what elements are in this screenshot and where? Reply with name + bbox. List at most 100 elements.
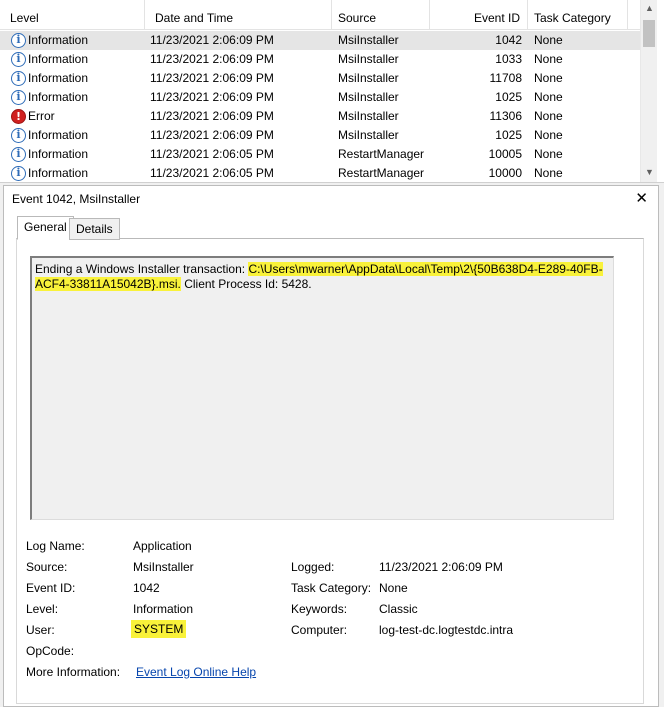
row-source: MsiInstaller xyxy=(338,109,399,123)
event-id-label: Event ID: xyxy=(26,581,76,595)
column-header-source[interactable]: Source xyxy=(332,0,430,30)
info-icon: i xyxy=(11,71,26,86)
row-event-id: 10005 xyxy=(488,147,522,161)
tab-details[interactable]: Details xyxy=(69,218,120,240)
keywords-value: Classic xyxy=(379,602,418,616)
row-level: Information xyxy=(28,166,89,180)
user-value: SYSTEM xyxy=(131,620,187,638)
info-icon: i xyxy=(11,147,26,162)
row-datetime: 11/23/2021 2:06:09 PM xyxy=(150,109,274,123)
row-task-category: None xyxy=(534,166,563,180)
info-icon: i xyxy=(11,33,26,48)
row-datetime: 11/23/2021 2:06:09 PM xyxy=(150,52,274,66)
row-datetime: 11/23/2021 2:06:05 PM xyxy=(150,166,274,180)
row-level: Information xyxy=(28,128,89,142)
message-prefix: Ending a Windows Installer transaction: xyxy=(35,262,249,276)
row-source: RestartManager xyxy=(338,147,425,161)
close-icon[interactable]: ✕ xyxy=(635,189,648,207)
computer-label: Computer: xyxy=(291,623,348,637)
row-task-category: None xyxy=(534,90,563,104)
row-source: RestartManager xyxy=(338,166,425,180)
row-level: Error xyxy=(28,109,55,123)
logged-value: 11/23/2021 2:06:09 PM xyxy=(379,560,503,574)
info-icon: i xyxy=(11,52,26,67)
task-category-label: Task Category: xyxy=(291,581,372,595)
event-message-box[interactable]: Ending a Windows Installer transaction: … xyxy=(30,256,614,520)
table-row[interactable]: i Information 11/23/2021 2:06:09 PM MsiI… xyxy=(0,88,640,107)
table-row[interactable]: i Information 11/23/2021 2:06:05 PM Rest… xyxy=(0,145,640,164)
source-label: Source: xyxy=(26,560,68,574)
row-event-id: 11306 xyxy=(489,109,522,123)
table-row[interactable]: i Information 11/23/2021 2:06:09 PM MsiI… xyxy=(0,31,640,50)
more-info-label: More Information: xyxy=(26,665,121,679)
user-label: User: xyxy=(26,623,55,637)
row-event-id: 1025 xyxy=(495,128,522,142)
row-task-category: None xyxy=(534,33,563,47)
table-row[interactable]: i Information 11/23/2021 2:06:09 PM MsiI… xyxy=(0,50,640,69)
row-source: MsiInstaller xyxy=(338,128,399,142)
table-row[interactable]: ! Error 11/23/2021 2:06:09 PM MsiInstall… xyxy=(0,107,640,126)
vertical-scrollbar[interactable]: ▲ ▼ xyxy=(640,0,658,182)
table-row[interactable]: i Information 11/23/2021 2:06:09 PM MsiI… xyxy=(0,69,640,88)
row-level: Information xyxy=(28,90,89,104)
row-level: Information xyxy=(28,71,89,85)
level-label: Level: xyxy=(26,602,59,616)
event-list: Level Date and Time Source Event ID Task… xyxy=(0,0,664,183)
message-path-line2: ACF4-33811A15042B}.msi. xyxy=(35,277,181,291)
column-header-datetime[interactable]: Date and Time xyxy=(145,0,332,30)
scroll-thumb[interactable] xyxy=(643,20,655,47)
column-header-row: Level Date and Time Source Event ID Task… xyxy=(0,0,640,30)
tab-general[interactable]: General xyxy=(17,216,74,240)
row-level: Information xyxy=(28,52,89,66)
computer-value: log-test-dc.logtestdc.intra xyxy=(379,623,514,637)
row-source: MsiInstaller xyxy=(338,71,399,85)
event-id-value: 1042 xyxy=(133,581,160,595)
row-task-category: None xyxy=(534,109,563,123)
source-value: MsiInstaller xyxy=(133,560,194,574)
opcode-label: OpCode: xyxy=(26,644,75,658)
row-task-category: None xyxy=(534,128,563,142)
event-detail-pane: Event 1042, MsiInstaller ✕ General Detai… xyxy=(3,185,659,707)
event-rows: i Information 11/23/2021 2:06:09 PM MsiI… xyxy=(0,31,640,182)
logged-label: Logged: xyxy=(291,560,335,574)
column-header-level[interactable]: Level xyxy=(0,0,145,30)
level-value: Information xyxy=(133,602,194,616)
row-level: Information xyxy=(28,33,89,47)
row-task-category: None xyxy=(534,147,563,161)
scroll-up-icon[interactable]: ▲ xyxy=(641,0,658,17)
detail-title: Event 1042, MsiInstaller xyxy=(12,192,141,206)
scroll-down-icon[interactable]: ▼ xyxy=(641,164,658,181)
row-source: MsiInstaller xyxy=(338,33,399,47)
info-icon: i xyxy=(11,166,26,181)
row-event-id: 1042 xyxy=(495,33,522,47)
row-event-id: 1033 xyxy=(495,52,522,66)
row-event-id: 11708 xyxy=(489,71,522,85)
row-datetime: 11/23/2021 2:06:09 PM xyxy=(150,128,274,142)
event-message-text: Ending a Windows Installer transaction: … xyxy=(35,262,605,292)
table-row[interactable]: i Information 11/23/2021 2:06:05 PM Rest… xyxy=(0,164,640,182)
row-task-category: None xyxy=(534,52,563,66)
column-header-event-id[interactable]: Event ID xyxy=(430,0,528,30)
message-suffix: Client Process Id: 5428. xyxy=(180,277,312,291)
row-source: MsiInstaller xyxy=(338,90,399,104)
row-level: Information xyxy=(28,147,89,161)
row-datetime: 11/23/2021 2:06:09 PM xyxy=(150,33,274,47)
row-event-id: 10000 xyxy=(488,166,522,180)
keywords-label: Keywords: xyxy=(291,602,348,616)
info-icon: i xyxy=(11,90,26,105)
info-icon: i xyxy=(11,128,26,143)
column-header-task-category[interactable]: Task Category xyxy=(528,0,628,30)
row-datetime: 11/23/2021 2:06:09 PM xyxy=(150,90,274,104)
row-event-id: 1025 xyxy=(495,90,522,104)
row-datetime: 11/23/2021 2:06:05 PM xyxy=(150,147,274,161)
message-path-line1: C:\Users\mwarner\AppData\Local\Temp\2\{5… xyxy=(248,262,603,276)
row-source: MsiInstaller xyxy=(338,52,399,66)
error-icon: ! xyxy=(11,109,26,124)
log-name-value: Application xyxy=(133,539,192,553)
row-task-category: None xyxy=(534,71,563,85)
row-datetime: 11/23/2021 2:06:09 PM xyxy=(150,71,274,85)
task-category-value: None xyxy=(379,581,408,595)
event-log-help-link[interactable]: Event Log Online Help xyxy=(136,665,256,679)
log-name-label: Log Name: xyxy=(26,539,85,553)
table-row[interactable]: i Information 11/23/2021 2:06:09 PM MsiI… xyxy=(0,126,640,145)
